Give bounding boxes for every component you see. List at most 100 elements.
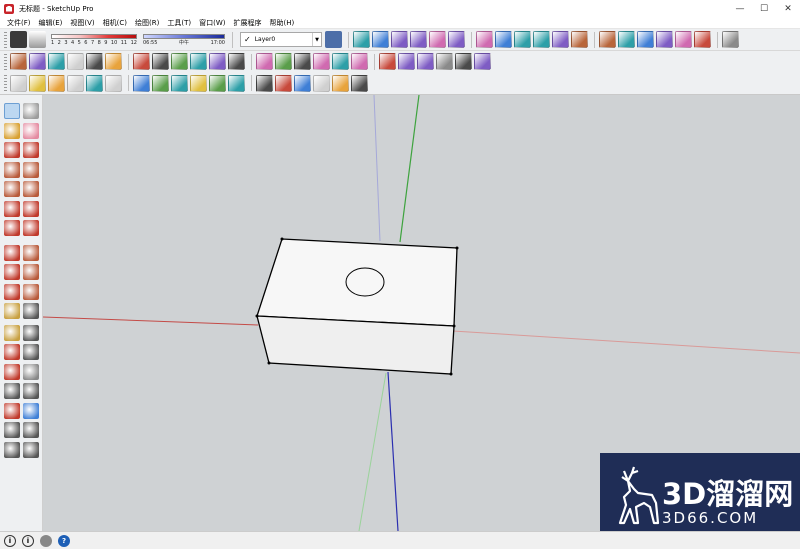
paint-bucket-tool[interactable] [4, 122, 20, 139]
box-icon[interactable] [48, 53, 65, 70]
menu-help[interactable]: 帮助(H) [265, 17, 298, 29]
3d-text-tool[interactable] [23, 324, 39, 341]
arc-tool[interactable] [4, 200, 20, 217]
layer-manager-icon[interactable] [325, 31, 342, 48]
orbit-icon[interactable] [332, 53, 349, 70]
skin-icon[interactable] [351, 74, 368, 92]
tape-measure-tool[interactable] [4, 303, 20, 319]
3d-text-icon[interactable] [294, 53, 311, 70]
position-camera-tool[interactable] [4, 422, 20, 438]
top-view-icon[interactable] [429, 31, 446, 48]
circle-tool[interactable] [4, 181, 20, 197]
section-plane-icon[interactable] [313, 53, 330, 70]
offset-icon[interactable] [105, 53, 122, 70]
stamp-icon[interactable] [256, 74, 273, 92]
shadow-toggle-icon[interactable] [10, 31, 27, 48]
fog-icon[interactable] [29, 31, 46, 48]
solid-subtract-icon[interactable] [133, 74, 150, 92]
toolbar-grip[interactable] [4, 75, 7, 91]
axes-icon[interactable] [275, 53, 292, 70]
right-view-icon[interactable] [476, 31, 493, 48]
monochrome-icon[interactable] [637, 31, 654, 48]
drape-icon[interactable] [275, 74, 292, 92]
sandbox-icon[interactable] [209, 74, 226, 92]
follow-me-icon[interactable] [86, 53, 103, 70]
zoom-tool[interactable] [4, 383, 20, 399]
rotated-rectangle-tool[interactable] [23, 161, 39, 178]
walk-tool[interactable] [4, 441, 20, 458]
polygon-tool[interactable] [23, 181, 39, 197]
plugin-rt-icon[interactable] [694, 31, 711, 48]
freehand-tool[interactable] [23, 142, 39, 158]
intersect-icon[interactable] [171, 74, 188, 92]
add-detail-icon[interactable] [294, 74, 311, 92]
photo-match-icon[interactable] [332, 74, 349, 92]
make-component-tool[interactable] [23, 103, 39, 119]
three-point-arc-tool[interactable] [23, 220, 39, 236]
front-view-icon[interactable] [448, 31, 465, 48]
extension-icon[interactable] [48, 74, 65, 92]
plugin-m-icon[interactable] [656, 31, 673, 48]
pie-tool[interactable] [23, 200, 39, 217]
zoom-window-tool[interactable] [23, 383, 39, 399]
maximize-button[interactable]: ☐ [752, 0, 776, 17]
layer-dropdown[interactable]: ✓ Layer0 ▼ [240, 32, 322, 47]
menu-view[interactable]: 视图(V) [66, 17, 98, 29]
wireframe-icon[interactable] [552, 31, 569, 48]
box-top-face[interactable] [256, 238, 458, 327]
toolbar-grip[interactable] [4, 53, 7, 70]
scale-icon[interactable] [171, 53, 188, 70]
previous-view-tool[interactable] [23, 402, 39, 419]
look-around-tool[interactable] [23, 422, 39, 438]
close-button[interactable]: ✕ [776, 0, 800, 17]
line-icon[interactable] [474, 53, 491, 70]
minimize-button[interactable]: — [728, 0, 752, 17]
orbit-tool[interactable] [4, 363, 20, 380]
solid-trim-icon[interactable] [152, 74, 169, 92]
smoove-icon[interactable] [228, 74, 245, 92]
geo-location-icon[interactable]: i [4, 534, 16, 547]
zoom-extents-icon[interactable] [398, 53, 415, 70]
plugin-r-icon[interactable] [675, 31, 692, 48]
back-view-icon[interactable] [495, 31, 512, 48]
left-view-icon[interactable] [514, 31, 531, 48]
paint-bucket-icon[interactable] [10, 74, 27, 92]
offset-tool[interactable] [23, 283, 39, 300]
sun-date-slider[interactable]: 1 2 3 4 5 6 7 8 9 10 11 12 [51, 33, 137, 46]
polygon-icon[interactable] [417, 53, 434, 70]
follow-me-tool[interactable] [23, 264, 39, 280]
scale-tool[interactable] [4, 283, 20, 300]
menu-draw[interactable]: 绘图(R) [131, 17, 163, 29]
component-icon[interactable] [67, 74, 84, 92]
warehouse-icon[interactable] [29, 74, 46, 92]
zoom-icon[interactable] [379, 53, 396, 70]
dimension-tool[interactable] [23, 344, 39, 360]
menu-window[interactable]: 窗口(W) [195, 17, 229, 29]
group-icon[interactable] [86, 74, 103, 92]
menu-file[interactable]: 文件(F) [3, 17, 35, 29]
iso-view-icon[interactable] [410, 31, 427, 48]
push-pull-tool[interactable] [23, 244, 39, 261]
xray-icon[interactable] [533, 31, 550, 48]
select-icon[interactable] [10, 53, 27, 70]
axes-tool[interactable] [4, 344, 20, 360]
credits-icon[interactable]: i [22, 534, 34, 547]
plugin-br-icon[interactable] [722, 31, 739, 48]
eraser-icon[interactable] [29, 53, 46, 70]
line-tool[interactable] [4, 142, 20, 158]
pan-tool[interactable] [23, 363, 39, 380]
dimension-icon[interactable] [209, 53, 226, 70]
protractor-icon[interactable] [228, 53, 245, 70]
rotate-icon[interactable] [152, 53, 169, 70]
text-icon[interactable] [256, 53, 273, 70]
arc-icon[interactable] [455, 53, 472, 70]
circle-icon[interactable] [436, 53, 453, 70]
menu-extensions[interactable]: 扩展程序 [229, 17, 265, 29]
hidden-line-icon[interactable] [571, 31, 588, 48]
toolbar-grip[interactable] [4, 31, 7, 48]
move-icon[interactable] [133, 53, 150, 70]
help-icon[interactable]: ? [58, 534, 70, 547]
move-tool[interactable] [4, 244, 20, 261]
section-plane-tool[interactable] [23, 441, 39, 458]
zoom-extents-tool[interactable] [4, 402, 20, 419]
